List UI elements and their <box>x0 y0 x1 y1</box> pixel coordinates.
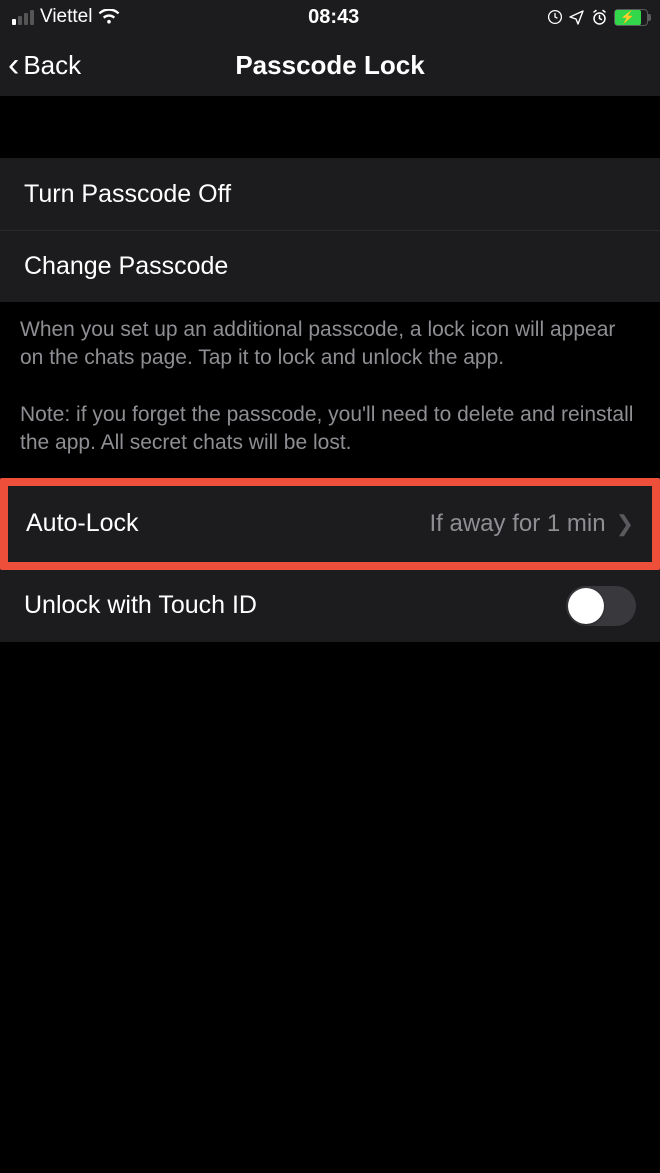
turn-passcode-off-row[interactable]: Turn Passcode Off <box>0 158 660 230</box>
turn-passcode-off-label: Turn Passcode Off <box>24 180 231 209</box>
carrier-label: Viettel <box>40 6 92 28</box>
battery-icon: ⚡ <box>614 9 648 26</box>
passcode-footer-text: When you set up an additional passcode, … <box>0 302 660 478</box>
charging-bolt-icon: ⚡ <box>620 11 635 23</box>
wifi-icon <box>98 9 120 25</box>
unlock-touch-id-label: Unlock with Touch ID <box>24 591 257 620</box>
alarm-icon <box>591 9 608 26</box>
footer-line-1: When you set up an additional passcode, … <box>20 316 640 373</box>
toggle-knob <box>568 588 604 624</box>
orientation-lock-icon <box>547 9 563 25</box>
auto-lock-label: Auto-Lock <box>26 509 139 538</box>
location-icon <box>569 9 585 25</box>
passcode-actions-group: Turn Passcode Off Change Passcode <box>0 158 660 302</box>
chevron-right-icon: ❯ <box>616 511 634 537</box>
nav-bar: ‹ Back Passcode Lock <box>0 34 660 96</box>
cell-signal-icon <box>12 10 34 25</box>
unlock-touch-id-row[interactable]: Unlock with Touch ID <box>0 570 660 642</box>
touch-id-toggle[interactable] <box>566 586 636 626</box>
back-button[interactable]: ‹ Back <box>8 34 81 96</box>
chevron-left-icon: ‹ <box>8 48 19 82</box>
lock-options-group: Auto-Lock If away for 1 min ❯ Unlock wit… <box>0 478 660 642</box>
auto-lock-value: If away for 1 min <box>430 510 606 538</box>
change-passcode-row[interactable]: Change Passcode <box>0 230 660 302</box>
change-passcode-label: Change Passcode <box>24 252 228 281</box>
auto-lock-row[interactable]: Auto-Lock If away for 1 min ❯ <box>8 486 652 562</box>
footer-line-2: Note: if you forget the passcode, you'll… <box>20 401 640 458</box>
status-time: 08:43 <box>308 6 359 29</box>
status-bar: Viettel 08:43 ⚡ <box>0 0 660 34</box>
highlight-box: Auto-Lock If away for 1 min ❯ <box>0 478 660 570</box>
back-label: Back <box>23 50 81 81</box>
page-title: Passcode Lock <box>235 50 424 81</box>
